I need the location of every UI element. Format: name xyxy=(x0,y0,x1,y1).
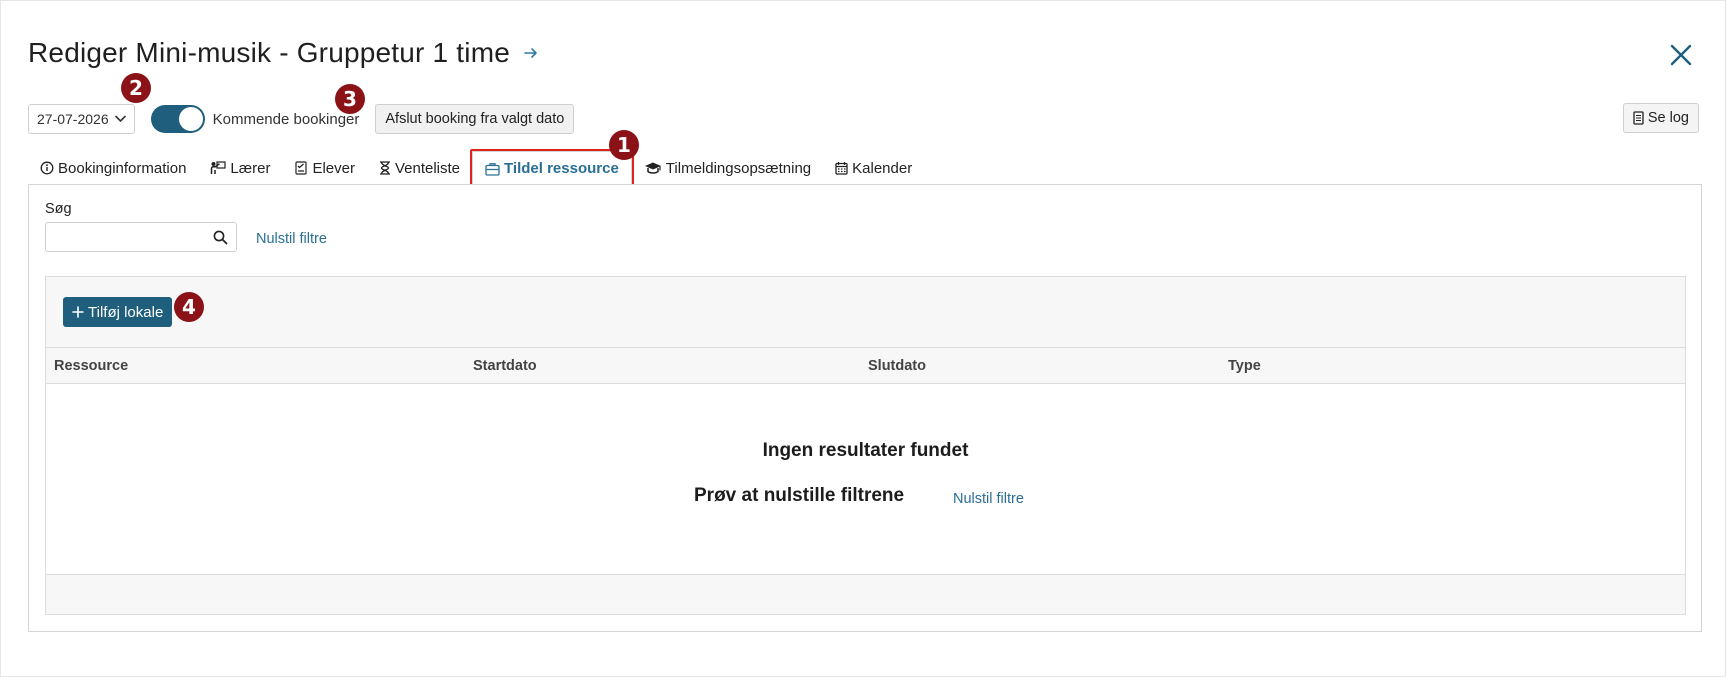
toggle-label: Kommende bookinger xyxy=(212,110,360,128)
column-header-resource[interactable]: Ressource xyxy=(54,358,128,374)
add-room-button[interactable]: Tilføj lokale xyxy=(63,297,173,327)
add-room-label: Tilføj lokale xyxy=(88,303,164,321)
tab-bookinginformation[interactable]: Bookinginformation xyxy=(28,151,198,185)
students-icon xyxy=(295,161,308,175)
document-icon xyxy=(1633,111,1644,125)
table-header: Ressource Startdato Slutdato Type xyxy=(46,347,1685,384)
graduation-cap-icon xyxy=(644,162,661,174)
tab-label: Kalender xyxy=(852,159,913,177)
tab-label: Lærer xyxy=(230,159,271,177)
tab-tildel-ressource[interactable]: Tildel ressource xyxy=(470,149,634,188)
log-button[interactable]: Se log xyxy=(1622,103,1699,133)
info-circle-icon xyxy=(40,161,54,175)
empty-state-reset-link[interactable]: Nulstil filtre xyxy=(953,491,1024,507)
empty-state-hint: Prøv at nulstille filtrene xyxy=(694,485,905,506)
tab-panel: Søg Nulstil filtre Tilføj lokale Ressour… xyxy=(28,184,1702,632)
annotation-marker-2: 2 xyxy=(121,73,151,103)
tab-label: Venteliste xyxy=(394,159,461,177)
search-box xyxy=(45,222,237,252)
close-button[interactable] xyxy=(1667,41,1695,69)
modal-window: Rediger Mini-musik - Gruppetur 1 time 27… xyxy=(0,0,1726,677)
page-title: Rediger Mini-musik - Gruppetur 1 time xyxy=(28,37,510,68)
log-label: Se log xyxy=(1647,110,1689,126)
tab-venteliste[interactable]: Venteliste xyxy=(367,151,472,185)
tab-label: Bookinginformation xyxy=(58,159,187,177)
annotation-marker-4: 4 xyxy=(174,292,204,322)
table-footer xyxy=(46,574,1685,614)
hourglass-icon xyxy=(379,161,390,175)
table-body: Ingen resultater fundet Prøv at nulstill… xyxy=(46,384,1685,574)
date-value: 27-07-2026 xyxy=(37,111,109,127)
title-row: Rediger Mini-musik - Gruppetur 1 time xyxy=(28,37,538,69)
tab-label: Tildel ressource xyxy=(504,160,619,177)
search-input[interactable] xyxy=(46,223,206,251)
annotation-marker-1: 1 xyxy=(609,130,639,160)
reset-filters-link[interactable]: Nulstil filtre xyxy=(256,231,327,247)
toolbar: 27-07-2026 Kommende bookinger Afslut boo… xyxy=(28,104,575,134)
close-icon xyxy=(1670,44,1692,66)
search-label: Søg xyxy=(45,201,72,217)
annotation-marker-3: 3 xyxy=(335,84,365,114)
date-select[interactable]: 27-07-2026 xyxy=(28,104,135,134)
toggle-knob xyxy=(178,107,203,131)
open-link-arrow-icon[interactable] xyxy=(524,46,538,60)
tab-elever[interactable]: Elever xyxy=(282,151,367,185)
plus-icon xyxy=(72,306,84,318)
column-header-startdate[interactable]: Startdato xyxy=(473,358,537,374)
empty-state-title: Ingen resultater fundet xyxy=(762,440,969,461)
column-header-enddate[interactable]: Slutdato xyxy=(868,358,926,374)
briefcase-icon xyxy=(485,162,500,176)
tab-tilmeldingsopsaetning[interactable]: Tilmeldingsopsætning xyxy=(632,151,823,185)
resource-results: Tilføj lokale Ressource Startdato Slutda… xyxy=(45,276,1686,615)
tab-bar: Bookinginformation Lærer Elever Ventelis… xyxy=(28,149,924,188)
upcoming-bookings-toggle[interactable] xyxy=(150,105,205,133)
teacher-icon xyxy=(211,161,227,174)
tab-label: Elever xyxy=(312,159,355,177)
tab-label: Tilmeldingsopsætning xyxy=(665,159,812,177)
search-icon[interactable] xyxy=(213,230,228,245)
chevron-down-icon xyxy=(114,115,126,123)
tab-laerer[interactable]: Lærer xyxy=(198,151,282,185)
calendar-icon xyxy=(835,162,848,175)
tab-kalender[interactable]: Kalender xyxy=(823,151,924,185)
column-header-type[interactable]: Type xyxy=(1228,358,1261,374)
end-booking-button[interactable]: Afslut booking fra valgt dato xyxy=(375,104,575,134)
